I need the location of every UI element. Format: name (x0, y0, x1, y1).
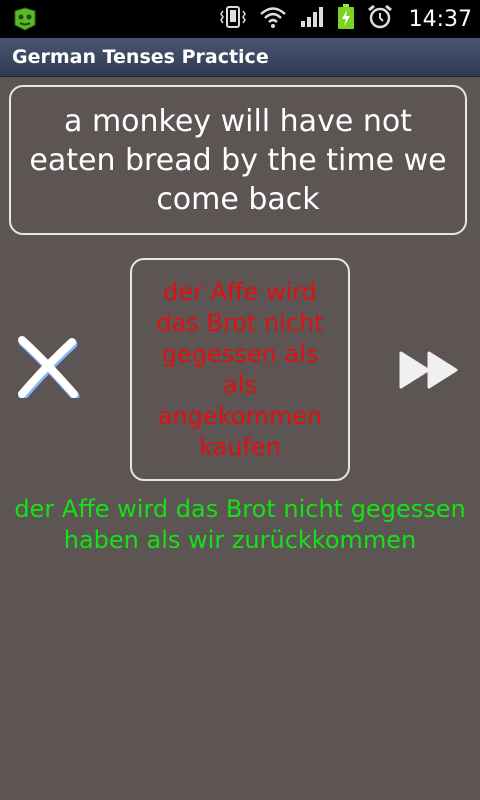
alarm-icon (367, 4, 393, 34)
user-answer-text: der Affe wird das Brot nicht gegessen al… (156, 277, 324, 461)
app-title: German Tenses Practice (12, 46, 269, 68)
vibrate-icon (219, 5, 247, 33)
correct-answer-text: der Affe wird das Brot nicht gegessen ha… (14, 495, 466, 554)
quiz-content: a monkey will have not eaten bread by th… (0, 77, 480, 800)
app-title-bar: German Tenses Practice (0, 38, 480, 77)
user-answer-card: der Affe wird das Brot nicht gegessen al… (130, 258, 350, 481)
battery-charging-icon (337, 4, 355, 34)
status-time: 14:37 (408, 6, 472, 32)
wrong-answer-icon[interactable] (16, 336, 80, 401)
fast-forward-icon[interactable] (398, 350, 462, 390)
question-text: a monkey will have not eaten bread by th… (29, 103, 447, 217)
status-bar: 14:37 (0, 0, 480, 38)
app-notification-icon (12, 7, 38, 31)
signal-icon (299, 5, 325, 33)
question-card: a monkey will have not eaten bread by th… (9, 85, 467, 235)
wifi-icon (259, 5, 287, 33)
